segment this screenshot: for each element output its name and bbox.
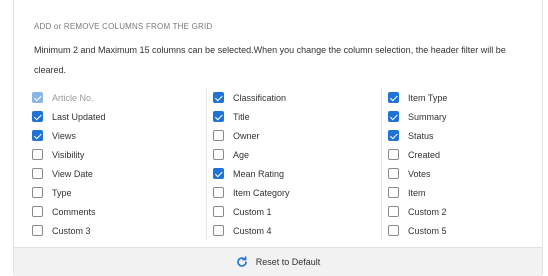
column-option[interactable]: Custom 4 [207, 221, 367, 240]
column-checkbox[interactable] [388, 168, 399, 179]
column-option[interactable]: Votes [382, 164, 532, 183]
column-option-label: Custom 5 [408, 225, 447, 236]
column-option-label: Title [233, 111, 250, 122]
column-checkbox[interactable] [32, 111, 43, 122]
column-checkbox[interactable] [388, 206, 399, 217]
column-checkbox[interactable] [213, 187, 224, 198]
column-option[interactable]: Comments [32, 202, 192, 221]
column-option-label: Custom 4 [233, 225, 272, 236]
column-option-label: View Date [52, 168, 93, 179]
column-checkbox[interactable] [213, 225, 224, 236]
column-option-label: Summary [408, 111, 447, 122]
column-option[interactable]: Custom 5 [382, 221, 532, 240]
column-option[interactable]: Visibility [32, 145, 192, 164]
column-option[interactable]: Title [207, 107, 367, 126]
column-option-label: Status [408, 130, 434, 141]
column-option[interactable]: Classification [207, 88, 367, 107]
column-checkbox[interactable] [388, 225, 399, 236]
column-checkbox[interactable] [32, 149, 43, 160]
column-checkbox[interactable] [32, 130, 43, 141]
column-option-label: Custom 3 [52, 225, 91, 236]
column-checkbox[interactable] [388, 149, 399, 160]
column-group-2: Classification Title Owner Age Mean Rating It… [206, 88, 367, 240]
column-option-label: Comments [52, 206, 96, 217]
column-option[interactable]: Type [32, 183, 192, 202]
column-option-label: Age [233, 149, 250, 160]
column-option[interactable]: Last Updated [32, 107, 192, 126]
column-option-label: Item [408, 187, 426, 198]
column-option-label: Article No. [52, 92, 94, 103]
column-option[interactable]: Age [207, 145, 367, 164]
panel-footer: Reset to Default [14, 247, 542, 276]
column-option-label: Custom 2 [408, 206, 447, 217]
column-checkbox[interactable] [213, 168, 224, 179]
column-checkbox[interactable] [388, 111, 399, 122]
column-checkbox[interactable] [388, 187, 399, 198]
column-option-label: Item Category [233, 187, 290, 198]
column-checkbox[interactable] [32, 206, 43, 217]
column-option-label: Owner [233, 130, 260, 141]
column-option[interactable]: Summary [382, 107, 532, 126]
column-option[interactable]: View Date [32, 164, 192, 183]
column-option-label: Classification [233, 92, 287, 103]
column-checkbox[interactable] [213, 92, 224, 103]
column-option[interactable]: Mean Rating [207, 164, 367, 183]
column-checkbox[interactable] [32, 225, 43, 236]
panel-description: Minimum 2 and Maximum 15 columns can be … [34, 45, 506, 75]
column-option-label: Votes [408, 168, 431, 179]
column-group-3: Item Type Summary Status Created Votes Item Cu… [381, 88, 532, 240]
column-option[interactable]: Owner [207, 126, 367, 145]
column-option-label: Custom 1 [233, 206, 272, 217]
column-option-label: Item Type [408, 92, 448, 103]
column-checkbox[interactable] [388, 92, 399, 103]
column-checkbox[interactable] [32, 168, 43, 179]
column-option[interactable]: Status [382, 126, 532, 145]
column-option[interactable]: Created [382, 145, 532, 164]
reset-to-default-label: Reset to Default [255, 257, 321, 267]
column-checkbox [32, 92, 43, 103]
column-option[interactable]: Custom 3 [32, 221, 192, 240]
column-checkbox[interactable] [213, 206, 224, 217]
column-checkbox[interactable] [388, 130, 399, 141]
panel-heading: ADD or REMOVE COLUMNS FROM THE GRID [34, 22, 213, 31]
column-chooser-panel: ADD or REMOVE COLUMNS FROM THE GRID Mini… [13, 0, 543, 276]
column-option[interactable]: Item Category [207, 183, 367, 202]
refresh-icon [236, 256, 247, 267]
column-checkbox[interactable] [213, 130, 224, 141]
column-option-label: Visibility [52, 149, 85, 160]
column-checkbox[interactable] [213, 149, 224, 160]
column-option[interactable]: Views [32, 126, 192, 145]
column-option-label: Type [52, 187, 72, 198]
column-option[interactable]: Custom 2 [382, 202, 532, 221]
column-option-label: Created [408, 149, 441, 160]
column-checkbox[interactable] [213, 111, 224, 122]
column-option-label: Views [52, 130, 76, 141]
column-option: Article No. [32, 88, 192, 107]
column-option-label: Mean Rating [233, 168, 285, 179]
column-option-label: Last Updated [52, 111, 106, 122]
reset-to-default-button[interactable]: Reset to Default [236, 256, 321, 268]
column-option[interactable]: Item [382, 183, 532, 202]
column-option[interactable]: Custom 1 [207, 202, 367, 221]
column-option[interactable]: Item Type [382, 88, 532, 107]
column-checkbox[interactable] [32, 187, 43, 198]
column-group-1: Article No. Last Updated Views Visibility Vi… [32, 88, 192, 240]
